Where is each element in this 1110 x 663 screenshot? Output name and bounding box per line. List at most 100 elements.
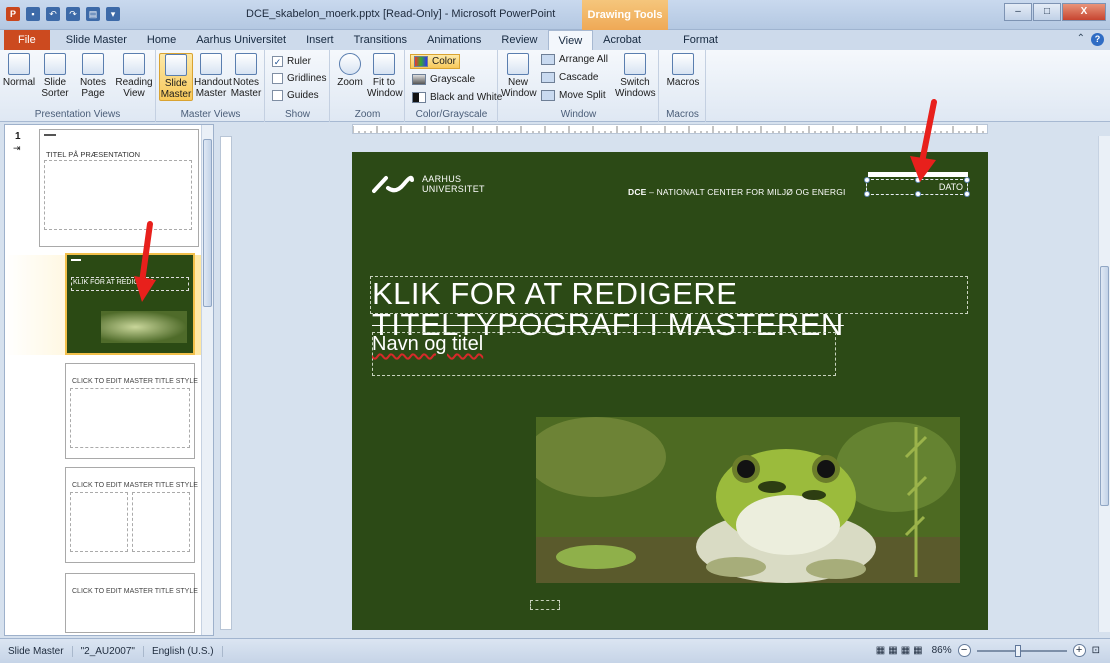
powerpoint-icon[interactable]: P	[6, 7, 20, 21]
black-white-swatch-icon	[412, 92, 426, 103]
footer-placeholder[interactable]	[530, 600, 560, 610]
slide-master-button[interactable]: Slide Master	[159, 53, 193, 101]
slide-subtitle: Navn og titel	[372, 333, 484, 355]
resize-handle[interactable]	[864, 177, 870, 183]
tab-aarhus-universitet[interactable]: Aarhus Universitet	[186, 30, 296, 50]
resize-handle[interactable]	[915, 191, 921, 197]
vertical-ruler[interactable]	[220, 136, 232, 630]
thumbnail-body-placeholder	[44, 160, 192, 230]
tab-review[interactable]: Review	[491, 30, 547, 50]
tab-insert[interactable]: Insert	[296, 30, 344, 50]
zoom-slider-knob[interactable]	[1014, 644, 1021, 657]
group-label: Master Views	[180, 109, 241, 120]
thumbnail-master[interactable]: TITEL PÅ PRÆSENTATION	[39, 129, 199, 247]
tab-animations[interactable]: Animations	[417, 30, 491, 50]
zoom-level[interactable]: 86%	[932, 645, 952, 656]
view-buttons-icon[interactable]: ▦▦▦▦	[876, 645, 926, 656]
move-split-button[interactable]: Move Split	[541, 90, 606, 101]
notes-master-button[interactable]: Notes Master	[229, 53, 263, 99]
group-window: New Window Arrange All Cascade Move Spli…	[499, 50, 659, 122]
print-icon[interactable]: ▤	[86, 7, 100, 21]
group-presentation-views: Normal Slide Sorter Notes Page Reading V…	[0, 50, 156, 122]
restore-button[interactable]: □	[1033, 3, 1061, 21]
new-window-icon	[507, 53, 529, 75]
zoom-in-button[interactable]: +	[1072, 644, 1086, 657]
thumbnail-dce-title-layout[interactable]: KLIK FOR AT REDIGERE	[65, 253, 195, 355]
slide-master-icon	[165, 54, 187, 76]
group-label: Presentation Views	[34, 109, 121, 120]
status-language[interactable]: English (U.S.)	[144, 645, 223, 657]
au-logo-text: AARHUS UNIVERSITET	[422, 174, 485, 194]
reading-view-icon	[123, 53, 145, 75]
resize-handle[interactable]	[964, 177, 970, 183]
group-zoom: Zoom Fit to Window Zoom	[331, 50, 405, 122]
minimize-button[interactable]: –	[1004, 3, 1032, 21]
status-theme[interactable]: "2_AU2007"	[73, 645, 144, 657]
group-label: Macros	[666, 109, 699, 120]
help-icon[interactable]: ?	[1091, 33, 1104, 46]
fit-to-window-button[interactable]: Fit to Window	[367, 53, 403, 99]
reading-view-button[interactable]: Reading View	[114, 53, 154, 99]
group-label: Zoom	[354, 109, 381, 120]
close-button[interactable]: X	[1062, 3, 1106, 21]
horizontal-ruler[interactable]	[352, 124, 988, 134]
scrollbar-thumb[interactable]	[203, 139, 212, 307]
thumbnail-layout-4[interactable]: CLICK TO EDIT MASTER TITLE STYLE	[65, 467, 198, 563]
zoom-out-button[interactable]: −	[957, 644, 971, 657]
tab-slide-master[interactable]: Slide Master	[56, 30, 137, 50]
handout-master-button[interactable]: Handout Master	[194, 53, 232, 99]
group-label: Window	[560, 109, 597, 120]
group-color-grayscale: Color Grayscale Black and White Color/Gr…	[406, 50, 502, 122]
tab-home[interactable]: Home	[137, 30, 186, 50]
quick-access-toolbar: P ▪ ↶ ↷ ▤ ▾	[6, 7, 120, 21]
minimize-ribbon-icon[interactable]: ⌃	[1077, 33, 1085, 46]
undo-icon[interactable]: ↶	[46, 7, 60, 21]
notes-page-button[interactable]: Notes Page	[76, 53, 110, 99]
checkmark-icon: ✓	[272, 56, 283, 67]
macros-icon	[672, 53, 694, 75]
red-arrow-date	[910, 99, 937, 182]
macros-button[interactable]: Macros	[666, 53, 700, 88]
grayscale-swatch-icon	[412, 74, 426, 85]
new-window-button[interactable]: New Window	[501, 53, 537, 99]
resize-handle[interactable]	[864, 191, 870, 197]
ruler-checkbox[interactable]: ✓ Ruler	[272, 56, 311, 67]
thumbnail-scrollbar[interactable]	[201, 125, 213, 635]
cascade-button[interactable]: Cascade	[541, 72, 598, 83]
fit-slide-icon[interactable]: ⊡	[1092, 645, 1100, 656]
collapse-marker-icon: ⇥	[13, 143, 21, 153]
slide-canvas[interactable]: AARHUS UNIVERSITET DCE – NATIONALT CENTE…	[352, 152, 988, 630]
normal-view-button[interactable]: Normal	[2, 53, 36, 88]
arrange-all-button[interactable]: Arrange All	[541, 54, 608, 65]
zoom-slider[interactable]	[976, 644, 1067, 657]
redo-icon[interactable]: ↷	[66, 7, 80, 21]
tab-acrobat[interactable]: Acrobat	[593, 30, 651, 50]
thumbnail-layout-5[interactable]: CLICK TO EDIT MASTER TITLE STYLE	[65, 573, 198, 633]
customize-qat-icon[interactable]: ▾	[106, 7, 120, 21]
thumbnail-layout-3[interactable]: CLICK TO EDIT MASTER TITLE STYLE	[65, 363, 198, 459]
color-button[interactable]: Color	[410, 54, 460, 69]
zoom-button[interactable]: Zoom	[333, 53, 367, 88]
save-icon[interactable]: ▪	[26, 7, 40, 21]
guides-checkbox[interactable]: Guides	[272, 90, 319, 101]
tab-format[interactable]: Format	[673, 30, 728, 50]
slide-sorter-button[interactable]: Slide Sorter	[38, 53, 72, 99]
scrollbar-thumb[interactable]	[1100, 266, 1109, 506]
switch-windows-button[interactable]: Switch Windows	[615, 53, 656, 99]
black-and-white-button[interactable]: Black and White	[412, 92, 502, 103]
resize-handle[interactable]	[964, 191, 970, 197]
status-view: Slide Master	[0, 645, 73, 657]
slide-scrollbar[interactable]	[1098, 136, 1110, 632]
gridlines-checkbox[interactable]: Gridlines	[272, 73, 326, 84]
grayscale-button[interactable]: Grayscale	[412, 74, 475, 85]
slide-thumbnail-pane[interactable]: 1 ⇥ TITEL PÅ PRÆSENTATION KLIK FOR AT RE…	[4, 124, 214, 636]
thumbnail-body-placeholder	[70, 492, 128, 552]
tab-transitions[interactable]: Transitions	[344, 30, 417, 50]
au-logo-icon	[372, 175, 414, 193]
tab-view[interactable]: View	[547, 30, 594, 50]
frog-photo[interactable]	[536, 417, 960, 583]
group-label: Show	[284, 109, 310, 120]
ruler-ticks	[353, 126, 984, 133]
title-bar: P ▪ ↶ ↷ ▤ ▾ DCE_skabelon_moerk.pptx [Rea…	[0, 0, 1110, 30]
tab-file[interactable]: File	[4, 30, 50, 50]
